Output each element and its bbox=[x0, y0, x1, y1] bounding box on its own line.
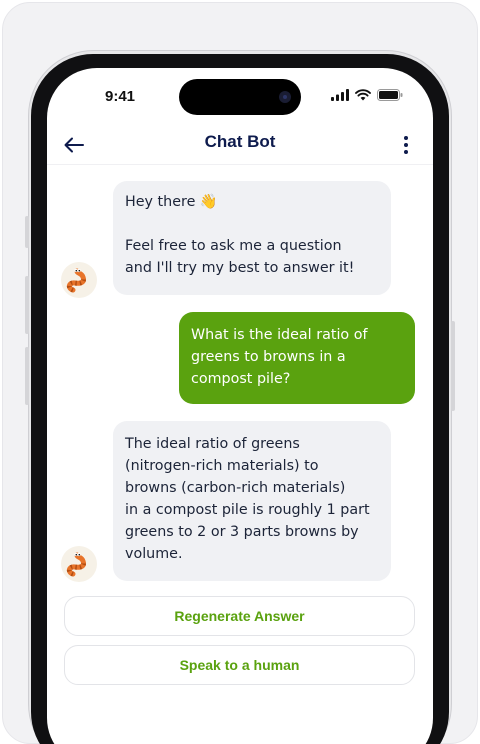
page-title: Chat Bot bbox=[204, 132, 276, 151]
volume-down-button bbox=[25, 347, 29, 405]
bot-message-text: Feel free to ask me a question and I'll … bbox=[125, 238, 355, 276]
mute-switch bbox=[25, 216, 29, 248]
bot-avatar bbox=[61, 262, 97, 298]
bot-message-bubble: Hey there 👋 Feel free to ask me a questi… bbox=[113, 181, 391, 295]
kebab-menu-icon bbox=[404, 136, 408, 140]
status-bar: 9:41 bbox=[47, 68, 433, 126]
speak-to-human-button[interactable]: Speak to a human bbox=[64, 645, 415, 685]
status-time: 9:41 bbox=[105, 88, 136, 105]
more-menu-button[interactable] bbox=[399, 132, 413, 158]
regenerate-answer-button[interactable]: Regenerate Answer bbox=[64, 596, 415, 636]
header-divider bbox=[47, 164, 433, 165]
bot-greeting: Hey there 👋 bbox=[125, 194, 218, 210]
volume-up-button bbox=[25, 276, 29, 334]
dynamic-island bbox=[179, 79, 301, 115]
phone-screen: 9:41 Chat Bot Hey there 👋 Feel free to a… bbox=[47, 68, 433, 744]
bot-avatar bbox=[61, 546, 97, 582]
battery-icon bbox=[377, 89, 403, 101]
signal-icon bbox=[331, 89, 349, 101]
power-button bbox=[451, 321, 455, 411]
status-icons bbox=[331, 89, 403, 101]
user-message-bubble: What is the ideal ratio of greens to bro… bbox=[179, 312, 415, 404]
worm-mascot-icon bbox=[66, 552, 86, 577]
wifi-icon bbox=[355, 89, 371, 101]
worm-mascot-icon bbox=[66, 268, 86, 293]
bot-answer-bubble: The ideal ratio of greens (nitrogen-rich… bbox=[113, 421, 391, 581]
camera-icon bbox=[279, 91, 291, 103]
app-header: Chat Bot bbox=[47, 126, 433, 166]
